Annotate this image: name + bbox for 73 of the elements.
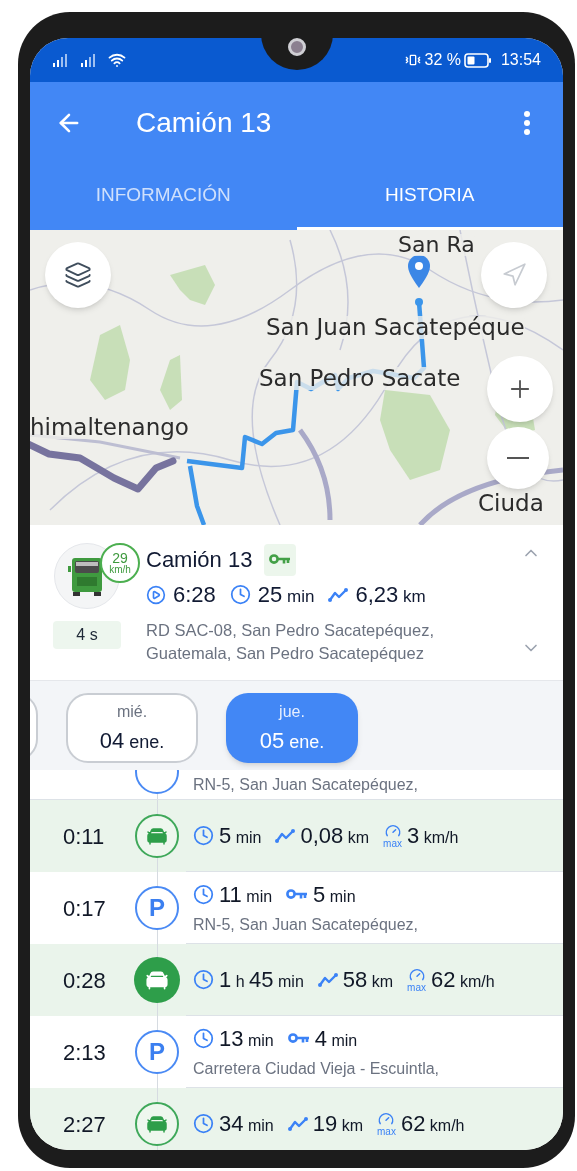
layers-button[interactable]	[45, 242, 111, 308]
trip-address: RN-5, San Juan Sacatepéquez,	[193, 915, 420, 935]
layers-icon	[64, 261, 92, 289]
duration-value: 34 min	[219, 1110, 274, 1138]
minus-icon	[507, 457, 529, 459]
parking-marker[interactable]: P	[135, 1030, 179, 1074]
clock-icon	[193, 969, 214, 990]
key-icon	[287, 1032, 310, 1045]
gauge-icon	[408, 966, 425, 983]
screen-title: Camión 13	[136, 106, 272, 140]
distance-value: 19 km	[312, 1110, 363, 1138]
clock-icon	[193, 1113, 214, 1134]
vehicle-name: Camión 13	[146, 546, 253, 574]
distance-value: 58 km	[342, 966, 394, 994]
car-marker[interactable]	[135, 1102, 179, 1146]
distance-value: 6,23 km	[355, 581, 426, 609]
signal-icon	[52, 53, 70, 67]
car-marker[interactable]	[134, 957, 180, 1003]
vehicle-address: RD SAC-08, San Pedro Sacatepéquez, Guatemala, San Pedro Sacatepéquez	[146, 620, 435, 664]
route-line-icon	[328, 587, 349, 602]
battery-percent: 32 %	[424, 50, 461, 70]
duration-value: 25 min	[257, 581, 315, 609]
ignition-value: 5 min	[313, 881, 356, 909]
start-time: 6:28	[173, 581, 216, 609]
ignition-value: 4 min	[314, 1025, 358, 1053]
duration-value: 11 min	[219, 881, 273, 909]
play-icon	[146, 584, 166, 605]
place-label: himaltenango	[30, 416, 189, 439]
key-icon	[269, 553, 292, 566]
trip-address: Carretera Ciudad Vieja - Escuintla,	[193, 1059, 441, 1079]
trip-time: 2:13	[63, 1038, 106, 1067]
trip-address: RN-5, San Juan Sacatepéquez,	[193, 774, 419, 795]
battery-icon	[463, 52, 492, 68]
clock-icon	[193, 884, 214, 905]
navigation-arrow-icon	[501, 262, 527, 288]
car-marker[interactable]	[135, 814, 179, 858]
parking-marker[interactable]: P	[135, 886, 179, 930]
gauge-icon	[384, 822, 401, 839]
duration-value: 13 min	[219, 1025, 274, 1053]
key-icon	[286, 888, 309, 901]
clock-time: 13:54	[500, 50, 541, 70]
clock-icon	[193, 825, 214, 846]
zoom-out-button[interactable]	[487, 427, 549, 489]
more-icon	[524, 111, 530, 135]
route-line-icon	[275, 828, 296, 843]
gauge-icon	[378, 1110, 395, 1127]
zoom-in-button[interactable]	[487, 356, 553, 422]
map[interactable]: San Ra San Juan Sacatepéque San Pedro Sacate himaltenango Ciuda	[30, 230, 563, 525]
wifi-icon	[108, 51, 126, 69]
max-label: max	[377, 1126, 396, 1137]
tab[interactable]: INFORMACIÓN	[30, 164, 297, 230]
duration-value: 5 min	[219, 822, 262, 850]
route-line-icon	[317, 972, 338, 987]
date-chip[interactable]: jue. 05 ene.	[226, 693, 358, 763]
trip-time: 0:11	[63, 822, 105, 851]
distance-value: 0,08 km	[300, 822, 370, 850]
route-line-icon	[287, 1116, 308, 1131]
trip-time: 0:28	[63, 966, 106, 995]
clock-icon	[229, 584, 251, 605]
place-label: San Pedro Sacate	[259, 367, 461, 390]
date-chip[interactable]: mié. 04 ene.	[66, 693, 198, 763]
duration-value: 1 h 45 min	[219, 966, 304, 994]
place-label: San Ra	[398, 234, 475, 256]
update-age: 4 s	[53, 621, 121, 649]
trip-time: 2:27	[63, 1110, 106, 1139]
max-label: max	[383, 838, 402, 849]
clock-icon	[193, 1028, 214, 1049]
max-label: max	[407, 982, 426, 993]
place-label: San Juan Sacatepéque	[266, 316, 525, 339]
vibrate-icon	[405, 52, 422, 68]
signal-icon	[80, 53, 98, 67]
trip-time: 0:17	[63, 894, 106, 923]
speed-badge: 29 km/h	[100, 543, 140, 583]
